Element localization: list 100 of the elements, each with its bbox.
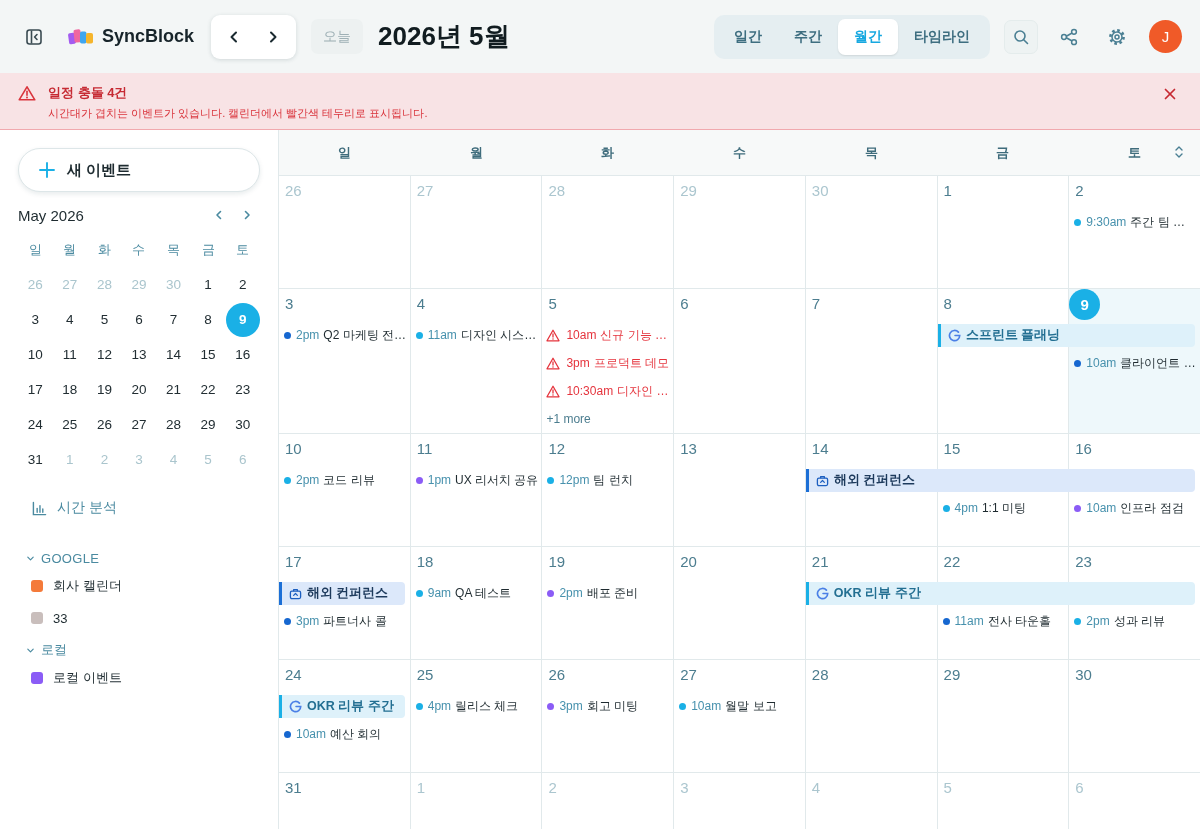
date-number: 22 xyxy=(943,553,961,570)
event-banner[interactable]: 해외 컨퍼런스 xyxy=(279,581,405,605)
date-number: 19 xyxy=(548,553,566,570)
mini-calendar-day[interactable]: 15 xyxy=(191,337,226,372)
mini-calendar-day[interactable]: 4 xyxy=(52,302,87,337)
mini-calendar-day[interactable]: 23 xyxy=(225,372,260,407)
event-banner[interactable]: 해외 컨퍼런스 xyxy=(805,468,1195,492)
event-item[interactable]: 10am 클라이언트 … xyxy=(1074,355,1196,371)
event-item[interactable]: 2pm 코드 리뷰 xyxy=(284,472,375,488)
mini-calendar-day[interactable]: 11 xyxy=(52,337,87,372)
date-number: 2 xyxy=(548,779,557,796)
event-item[interactable]: 3pm 회고 미팅 xyxy=(547,698,639,714)
search-icon xyxy=(1013,28,1029,45)
mini-calendar-day[interactable]: 22 xyxy=(191,372,226,407)
more-link[interactable]: +1 more xyxy=(546,412,591,426)
date-number: 4 xyxy=(811,779,821,796)
event-item[interactable]: 10am 예산 회의 xyxy=(284,726,382,742)
mini-calendar-day[interactable]: 2 xyxy=(225,267,260,302)
month-title: 2026년 5월 xyxy=(378,20,510,53)
calendar-item[interactable]: 33 xyxy=(18,602,74,634)
settings-icon[interactable] xyxy=(1108,27,1126,46)
date-number: 26 xyxy=(548,666,566,683)
mini-calendar-day[interactable]: 5 xyxy=(87,302,122,337)
mini-calendar-day[interactable]: 28 xyxy=(156,407,191,442)
event-item[interactable]: 1pm UX 리서치 공유 xyxy=(415,472,539,488)
calendar-item[interactable]: 로컬 이벤트 xyxy=(18,662,128,694)
mini-calendar-day[interactable]: 7 xyxy=(156,302,191,337)
date-number: 30 xyxy=(1075,666,1092,683)
event-banner[interactable]: OKR 리뷰 주간 xyxy=(805,581,1195,605)
new-event-button[interactable]: 새 이벤트 xyxy=(18,148,260,192)
event-item[interactable]: 4pm 릴리스 체크 xyxy=(415,698,519,714)
event-banner[interactable]: OKR 리뷰 주간 xyxy=(279,694,405,718)
weekday-header: 토 xyxy=(1127,143,1141,162)
date-number: 29 xyxy=(680,182,697,199)
date-number: 29 xyxy=(943,666,961,683)
sidebar-toggle-icon[interactable] xyxy=(26,28,42,45)
mini-calendar-day[interactable]: 10 xyxy=(18,337,53,372)
warning-icon xyxy=(546,384,561,398)
view-tab[interactable]: 주간 xyxy=(778,18,838,55)
calendar-item[interactable]: 회사 캘린더 xyxy=(18,570,128,602)
event-item[interactable]: 11am 전사 타운홀 xyxy=(942,613,1052,629)
conflict-event-item[interactable]: 10:30am 디자인 … xyxy=(546,383,669,399)
mini-calendar-day[interactable]: 17 xyxy=(18,372,53,407)
view-tab[interactable]: 타임라인 xyxy=(898,18,986,55)
share-icon[interactable] xyxy=(1060,27,1078,46)
mini-calendar-day[interactable]: 1 xyxy=(191,267,226,302)
date-number: 1 xyxy=(943,182,952,199)
event-item[interactable]: 9:30am 주간 팀 … xyxy=(1074,214,1185,230)
date-number: 17 xyxy=(285,553,302,570)
analytics-link[interactable]: 시간 분석 xyxy=(32,497,117,519)
mini-calendar-day[interactable]: 25 xyxy=(52,407,87,442)
plus-icon xyxy=(39,162,55,178)
date-number: 20 xyxy=(680,553,697,570)
event-item[interactable]: 2pm 배포 준비 xyxy=(547,585,639,601)
mini-calendar-day[interactable]: 26 xyxy=(87,407,122,442)
mini-calendar-day[interactable]: 31 xyxy=(18,442,53,477)
event-item[interactable]: 10am 인프라 점검 xyxy=(1074,500,1184,516)
mini-calendar-day[interactable]: 3 xyxy=(18,302,53,337)
mini-calendar-day[interactable]: 14 xyxy=(156,337,191,372)
close-icon[interactable] xyxy=(1164,88,1176,100)
mini-calendar-day[interactable]: 21 xyxy=(156,372,191,407)
event-item[interactable]: 2pm Q2 마케팅 전… xyxy=(284,327,407,343)
alert-title: 일정 충돌 4건 xyxy=(48,85,129,101)
mini-calendar-day[interactable]: 27 xyxy=(122,407,156,442)
mini-calendar-day[interactable]: 19 xyxy=(87,372,122,407)
date-number: 4 xyxy=(416,295,426,312)
alert-message: 시간대가 겹치는 이벤트가 있습니다. 캘린더에서 빨간색 테두리로 표시됩니다. xyxy=(48,106,428,120)
view-tab[interactable]: 일간 xyxy=(718,18,778,55)
calendar-group-header[interactable]: GOOGLE xyxy=(26,546,100,570)
event-item[interactable]: 4pm 1:1 미팅 xyxy=(942,500,1026,516)
date-number: 28 xyxy=(811,666,829,683)
event-item[interactable]: 12pm 팀 런치 xyxy=(547,472,633,488)
mini-calendar-day[interactable]: 30 xyxy=(225,407,260,442)
mini-calendar-day[interactable]: 29 xyxy=(191,407,226,442)
mini-calendar-day[interactable]: 13 xyxy=(122,337,156,372)
event-item[interactable]: 3pm 파트너사 콜 xyxy=(284,613,387,629)
mini-calendar-day[interactable]: 24 xyxy=(18,407,53,442)
search-button[interactable] xyxy=(1004,19,1038,54)
g-logo-icon xyxy=(815,586,829,600)
mini-calendar-day[interactable]: 20 xyxy=(122,372,156,407)
event-item[interactable]: 9am QA 테스트 xyxy=(415,585,512,601)
mini-calendar-day[interactable]: 16 xyxy=(225,337,260,372)
event-banner[interactable]: 스프린트 플래닝 xyxy=(937,323,1195,347)
mini-calendar-day[interactable]: 12 xyxy=(87,337,122,372)
date-number: 8 xyxy=(943,295,952,312)
date-number: 24 xyxy=(285,666,302,683)
date-number: 15 xyxy=(943,440,961,457)
g-logo-icon xyxy=(947,328,961,342)
chevron-up-down-icon[interactable] xyxy=(1173,145,1185,159)
event-item[interactable]: 10am 월말 보고 xyxy=(679,698,777,714)
date-number: 5 xyxy=(548,295,557,312)
mini-calendar-day[interactable]: 18 xyxy=(52,372,87,407)
event-item[interactable]: 2pm 성과 리뷰 xyxy=(1074,613,1165,629)
conflict-event-item[interactable]: 3pm 프로덕트 데모 xyxy=(546,355,670,371)
mini-calendar-day[interactable]: 8 xyxy=(191,302,226,337)
event-item[interactable]: 11am 디자인 시스… xyxy=(415,327,537,343)
calendar-group-header[interactable]: 로컬 xyxy=(26,638,68,662)
conflict-event-item[interactable]: 10am 신규 기능 … xyxy=(546,327,668,343)
weekday-label: 수 xyxy=(131,240,147,259)
mini-calendar-day[interactable]: 6 xyxy=(122,302,156,337)
